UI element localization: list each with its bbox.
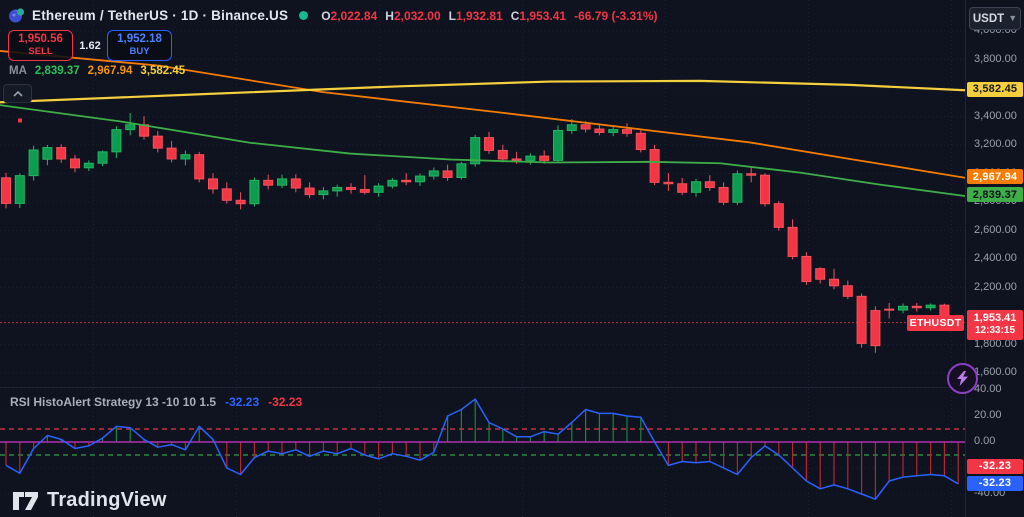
buy-price: 1,952.18: [117, 33, 162, 46]
spread-value: 1.62: [73, 40, 107, 52]
indicator-line-value: -32.23: [225, 395, 259, 409]
price-line-symbol-tag: ETHUSDT: [907, 315, 964, 331]
trade-panel: 1,950.56 SELL 1.62 1,952.18 BUY: [8, 30, 172, 61]
lightning-icon: [957, 371, 968, 386]
ohlc-values: O2,022.84 H2,032.00 L1,932.81 C1,953.41 …: [321, 9, 657, 23]
ma-value-3: 3,582.45: [140, 65, 185, 77]
chevron-down-icon: ▼: [1008, 14, 1017, 23]
chart-header: Ethereum / TetherUS · 1D · Binance.US O2…: [8, 7, 657, 24]
instant-order-button[interactable]: [947, 363, 978, 394]
chevron-up-icon: [13, 91, 23, 97]
ma-value-1: 2,839.37: [35, 65, 80, 77]
tradingview-watermark: TradingView: [12, 489, 167, 512]
price-tick: 3,200.00: [974, 138, 1017, 150]
indicator-value-badge: -32.23: [967, 476, 1023, 491]
tradingview-app: Ethereum / TetherUS · 1D · Binance.US O2…: [0, 0, 1024, 517]
ma-value-2: 2,967.94: [88, 65, 133, 77]
change-value: -66.79 (-3.31%): [574, 9, 657, 23]
countdown-timer: 12:33:15: [967, 325, 1023, 338]
open-value: 2,022.84: [331, 9, 378, 23]
indicator-tick: 20.00: [974, 409, 1002, 421]
price-tick: 2,600.00: [974, 224, 1017, 236]
price-axis[interactable]: 1,953.41 12:33:15 4,000.003,800.003,600.…: [965, 0, 1024, 517]
currency-toggle-button[interactable]: USDT ▼: [969, 7, 1021, 30]
sell-price: 1,950.56: [18, 33, 63, 46]
tradingview-logo-icon: [12, 491, 39, 511]
indicator-tick: 40.00: [974, 383, 1002, 395]
indicator-title[interactable]: RSI HistoAlert Strategy 13 -10 10 1.5: [10, 395, 216, 409]
low-value: 1,932.81: [456, 9, 503, 23]
indicator-value-badge: -32.23: [967, 459, 1023, 474]
buy-button[interactable]: 1,952.18 BUY: [107, 30, 172, 61]
watermark-text: TradingView: [47, 489, 167, 512]
close-value: 1,953.41: [519, 9, 566, 23]
ma-price-badge: 3,582.45: [967, 82, 1023, 97]
market-status-dot: [299, 11, 308, 20]
ma-price-badge: 2,967.94: [967, 169, 1023, 184]
symbol-logo-icon: [8, 7, 25, 24]
symbol-title[interactable]: Ethereum / TetherUS · 1D · Binance.US: [32, 8, 288, 23]
ma-legend[interactable]: MA 2,839.37 2,967.94 3,582.45: [9, 65, 185, 77]
high-value: 2,032.00: [394, 9, 441, 23]
last-price-badge: 1,953.41 12:33:15: [967, 310, 1023, 340]
indicator-tick: 0.00: [974, 435, 995, 447]
price-tick: 2,400.00: [974, 252, 1017, 264]
chart-canvas[interactable]: [0, 0, 1024, 517]
indicator-hist-value: -32.23: [268, 395, 302, 409]
indicator-legend: RSI HistoAlert Strategy 13 -10 10 1.5 -3…: [10, 395, 302, 409]
sell-button[interactable]: 1,950.56 SELL: [8, 30, 73, 61]
price-tick: 3,400.00: [974, 110, 1017, 122]
price-tick: 3,800.00: [974, 53, 1017, 65]
price-tick: 2,200.00: [974, 281, 1017, 293]
ma-price-badge: 2,839.37: [967, 187, 1023, 202]
last-price-value: 1,953.41: [967, 312, 1023, 326]
collapse-panel-button[interactable]: [3, 84, 32, 103]
price-tick: 1,600.00: [974, 366, 1017, 378]
